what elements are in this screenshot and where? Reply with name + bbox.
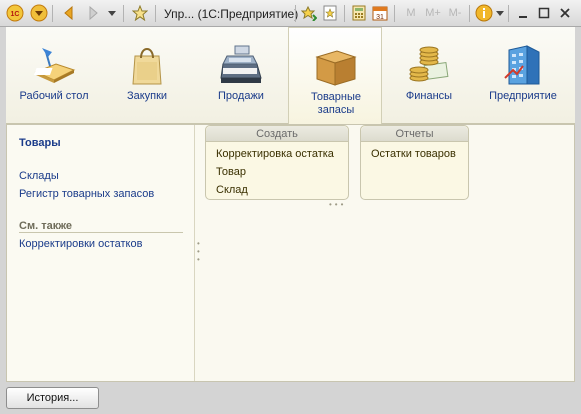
create-product-link[interactable]: Товар <box>216 166 246 178</box>
main-area: Товары Склады Регистр товарных запасов С… <box>6 124 575 382</box>
svg-text:1С: 1С <box>11 11 20 18</box>
section-label: Предприятие <box>489 90 557 102</box>
maximize-icon[interactable] <box>535 4 553 22</box>
nav-link-stock-adjustments[interactable]: Корректировки остатков <box>19 238 142 250</box>
section-desktop[interactable]: Рабочий стол <box>7 27 101 124</box>
section-enterprise[interactable]: Предприятие <box>476 27 570 124</box>
memory-store-button[interactable]: M <box>401 4 421 22</box>
create-stock-adjustment-link[interactable]: Корректировка остатка <box>216 148 334 160</box>
create-warehouse-link[interactable]: Склад <box>216 184 248 196</box>
section-label: Финансы <box>405 90 453 102</box>
create-panel-title: Создать <box>206 126 348 142</box>
report-stock-balances-link[interactable]: Остатки товаров <box>371 148 456 160</box>
navigation-panel: Товары Склады Регистр товарных запасов С… <box>7 125 195 381</box>
nav-title: Товары <box>19 137 61 149</box>
dropdown-menu-icon[interactable] <box>30 4 48 22</box>
coins-icon <box>409 46 449 82</box>
memory-add-button[interactable]: M+ <box>422 4 444 22</box>
cash-register-icon <box>220 45 262 83</box>
section-sales[interactable]: Продажи <box>194 27 288 124</box>
favorites-star-icon[interactable] <box>131 4 149 22</box>
info-icon[interactable] <box>475 4 493 22</box>
section-label: Рабочий стол <box>19 90 89 102</box>
reports-panel-title: Отчеты <box>361 126 468 142</box>
close-icon[interactable] <box>556 4 574 22</box>
box-icon <box>315 50 357 86</box>
section-purchases[interactable]: Закупки <box>100 27 194 124</box>
see-also-divider <box>19 232 183 233</box>
1c-logo-icon[interactable]: 1С <box>6 4 24 22</box>
shopping-bag-icon <box>132 48 162 85</box>
title-bar: 1С Упр... (1С:Предприятие) 31 M M+ M- <box>0 0 581 27</box>
section-inventory[interactable]: Товарные запасы <box>288 27 382 124</box>
add-favorite-icon[interactable] <box>300 4 318 22</box>
section-finance[interactable]: Финансы <box>382 27 476 124</box>
svg-text:31: 31 <box>376 14 384 21</box>
memory-subtract-button[interactable]: M- <box>444 4 466 22</box>
splitter-handle[interactable]: • • • <box>197 240 203 264</box>
history-button[interactable]: История... <box>6 387 99 409</box>
back-arrow-icon[interactable] <box>60 4 78 22</box>
section-label: Продажи <box>218 90 264 102</box>
nav-link-inventory-register[interactable]: Регистр товарных запасов <box>19 188 154 200</box>
desktop-icon <box>33 48 76 83</box>
section-label: Закупки <box>126 90 168 102</box>
window-title: Упр... (1С:Предприятие) <box>164 7 299 21</box>
calculator-icon[interactable] <box>350 4 368 22</box>
minimize-icon[interactable] <box>514 4 532 22</box>
building-icon <box>504 45 540 85</box>
info-dropdown-icon[interactable] <box>495 4 505 22</box>
history-dropdown-icon[interactable] <box>106 4 118 22</box>
panel-resize-handle[interactable]: ••• <box>329 200 346 209</box>
nav-link-warehouses[interactable]: Склады <box>19 170 59 182</box>
see-also-title: См. также <box>19 220 72 232</box>
section-label: Товарные запасы <box>310 91 362 116</box>
sections-panel: Рабочий стол Закупки Продажи Товарные за… <box>6 27 575 124</box>
bottom-bar: История... <box>0 383 581 414</box>
reports-panel: Отчеты Остатки товаров <box>360 125 469 200</box>
favorites-list-icon[interactable] <box>321 4 339 22</box>
forward-arrow-icon[interactable] <box>84 4 102 22</box>
create-panel: Создать Корректировка остатка Товар Скла… <box>205 125 349 200</box>
calendar-icon[interactable]: 31 <box>371 4 389 22</box>
